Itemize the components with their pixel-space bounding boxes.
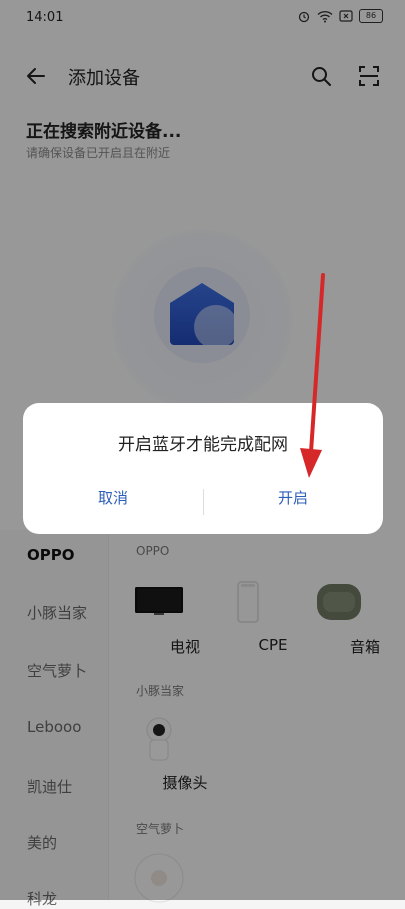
dialog-message: 开启蓝牙才能完成配网 xyxy=(118,435,288,455)
cancel-button[interactable]: 取消 xyxy=(23,487,203,508)
bluetooth-dialog: 开启蓝牙才能完成配网 取消 开启 xyxy=(23,403,383,534)
enable-bluetooth-button[interactable]: 开启 xyxy=(203,487,383,508)
